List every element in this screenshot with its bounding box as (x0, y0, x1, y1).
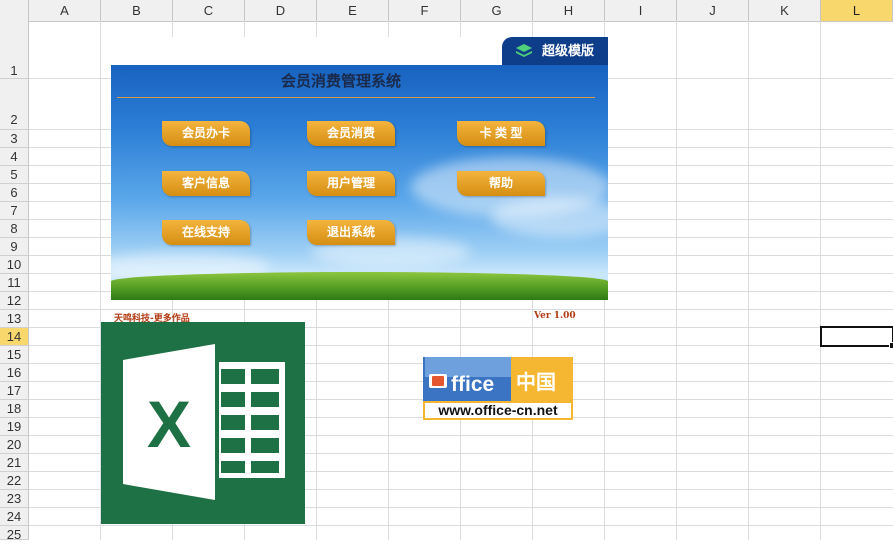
brand-label: 超级模版 (541, 43, 594, 58)
row-header[interactable]: 17 (0, 382, 29, 400)
user-management-button[interactable]: 用户管理 (307, 171, 395, 196)
column-header-d[interactable]: D (245, 0, 317, 21)
row-header[interactable]: 5 (0, 166, 29, 184)
column-header-bar: A B C D E F G H I J K L (0, 0, 893, 22)
row-header[interactable]: 14 (0, 328, 29, 346)
row-header[interactable]: 25 (0, 526, 29, 542)
select-all-corner[interactable] (0, 0, 29, 21)
row-header[interactable]: 12 (0, 292, 29, 310)
column-header-c[interactable]: C (173, 0, 245, 21)
column-header-b[interactable]: B (101, 0, 173, 21)
version-label: Ver 1.00 (534, 311, 576, 321)
online-support-button[interactable]: 在线支持 (162, 220, 250, 245)
column-header-l[interactable]: L (821, 0, 893, 21)
column-header-k[interactable]: K (749, 0, 821, 21)
brand-tab: 超级模版 (502, 37, 608, 65)
excel-logo-image: X (101, 322, 305, 524)
column-header-j[interactable]: J (677, 0, 749, 21)
row-header[interactable]: 3 (0, 130, 29, 148)
row-header[interactable]: 24 (0, 508, 29, 526)
china-word: 中国 (516, 370, 556, 394)
card-type-button[interactable]: 卡 类 型 (457, 121, 545, 146)
row-header[interactable]: 1 (0, 21, 29, 79)
fill-handle[interactable] (889, 342, 893, 349)
gridline (29, 525, 893, 526)
member-system-panel: 超级模版 会员消费管理系统 会员办卡 会员消费 卡 类 型 客户信息 用户管理 … (111, 37, 608, 300)
gridline (676, 21, 677, 540)
row-header[interactable]: 19 (0, 418, 29, 436)
row-header[interactable]: 13 (0, 310, 29, 328)
gridline (820, 21, 821, 540)
row-header[interactable]: 21 (0, 454, 29, 472)
layers-icon (516, 44, 532, 57)
row-header[interactable]: 16 (0, 364, 29, 382)
row-header[interactable]: 22 (0, 472, 29, 490)
member-consume-button[interactable]: 会员消费 (307, 121, 395, 146)
row-header[interactable]: 8 (0, 220, 29, 238)
help-button[interactable]: 帮助 (457, 171, 545, 196)
column-header-i[interactable]: I (605, 0, 677, 21)
column-header-f[interactable]: F (389, 0, 461, 21)
column-header-h[interactable]: H (533, 0, 605, 21)
office-word: ffice (451, 373, 494, 396)
row-header[interactable]: 15 (0, 346, 29, 364)
row-header[interactable]: 9 (0, 238, 29, 256)
column-header-a[interactable]: A (29, 0, 101, 21)
exit-system-button[interactable]: 退出系统 (307, 220, 395, 245)
excel-letter: X (147, 387, 191, 461)
grass-hill (111, 272, 608, 300)
member-card-button[interactable]: 会员办卡 (162, 121, 250, 146)
row-header[interactable]: 4 (0, 148, 29, 166)
row-header[interactable]: 20 (0, 436, 29, 454)
selected-cell[interactable] (820, 326, 893, 349)
gridline (29, 309, 893, 310)
cloud (491, 197, 608, 237)
office-cn-url: www.office-cn.net (437, 402, 558, 418)
office-cn-logo: ffice 中国 www.office-cn.net (423, 357, 573, 420)
row-header[interactable]: 23 (0, 490, 29, 508)
excel-icon: X (123, 344, 285, 500)
row-header[interactable]: 11 (0, 274, 29, 292)
gridline (748, 21, 749, 540)
row-header[interactable]: 18 (0, 400, 29, 418)
column-header-g[interactable]: G (461, 0, 533, 21)
column-header-e[interactable]: E (317, 0, 389, 21)
title-divider (117, 97, 595, 98)
customer-info-button[interactable]: 客户信息 (162, 171, 250, 196)
page-title: 会员消费管理系统 (280, 73, 401, 90)
row-header[interactable]: 7 (0, 202, 29, 220)
row-header[interactable]: 10 (0, 256, 29, 274)
row-header[interactable]: 2 (0, 79, 29, 130)
row-header[interactable]: 6 (0, 184, 29, 202)
office-cn-logo-graphic: ffice 中国 www.office-cn.net (423, 357, 573, 420)
